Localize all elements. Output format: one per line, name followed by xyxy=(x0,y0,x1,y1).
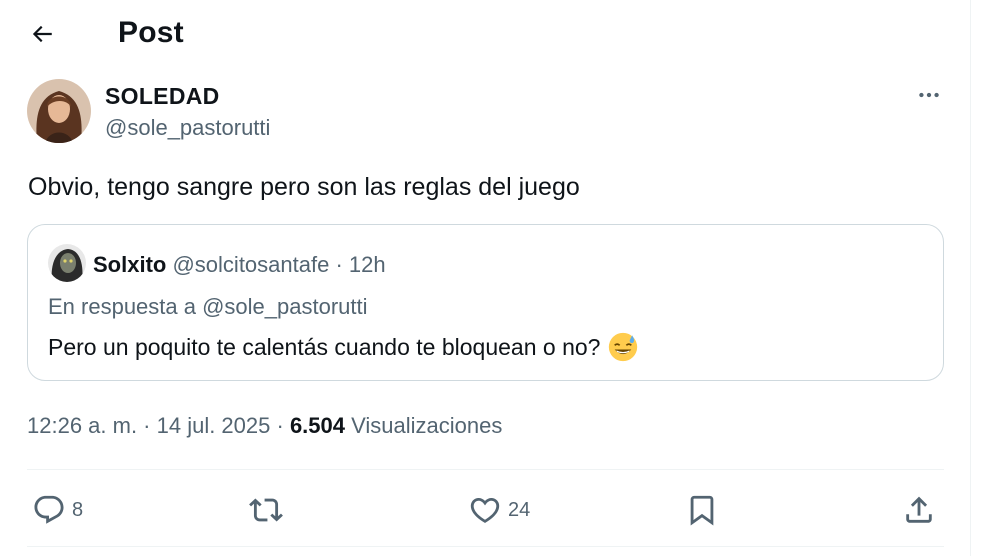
quoted-author-name: Solxito xyxy=(93,252,167,277)
bookmark-button[interactable] xyxy=(685,485,719,535)
reply-icon xyxy=(34,495,64,524)
views-count: 6.504 xyxy=(289,413,345,438)
post-meta: 12:26 a. m. · 14 jul. 2025 · 6.504 Visua… xyxy=(27,411,502,441)
quoted-reply-context: En respuesta a @sole_pastorutti xyxy=(48,294,368,319)
action-bar: 8 24 xyxy=(0,485,970,535)
author-avatar[interactable] xyxy=(27,79,91,143)
divider xyxy=(27,469,944,470)
like-button[interactable]: 24 xyxy=(468,485,530,535)
more-options-button[interactable] xyxy=(909,80,949,110)
share-button[interactable] xyxy=(902,485,936,535)
author-handle[interactable]: @sole_pastorutti xyxy=(105,114,270,142)
top-header: Post xyxy=(0,0,970,66)
views-label: Visualizaciones xyxy=(345,413,503,438)
retweet-button[interactable] xyxy=(249,485,289,535)
back-button[interactable] xyxy=(22,14,62,54)
author-name[interactable]: SOLEDAD xyxy=(105,82,220,110)
bottom-divider xyxy=(27,546,944,547)
page-title: Post xyxy=(118,16,184,49)
post-text: Obvio, tengo sangre pero son las reglas … xyxy=(28,173,580,201)
column-border xyxy=(970,0,971,556)
quoted-header: Solxito @solcitosantafe · 12h xyxy=(93,251,386,279)
more-horizontal-icon xyxy=(919,92,939,98)
reply-count: 8 xyxy=(72,498,84,521)
quoted-author-meta: @solcitosantafe · 12h xyxy=(172,252,386,277)
like-count: 24 xyxy=(508,498,531,521)
heart-icon xyxy=(470,497,500,523)
reply-button[interactable]: 8 xyxy=(32,485,83,535)
quoted-text-line: Pero un poquito te calentás cuando te bl… xyxy=(48,332,638,362)
quoted-text: Pero un poquito te calentás cuando te bl… xyxy=(48,334,601,360)
share-icon xyxy=(906,496,932,523)
arrow-left-icon xyxy=(32,25,52,43)
quoted-author-avatar xyxy=(48,244,86,282)
bookmark-icon xyxy=(690,495,714,526)
grinning-face-with-sweat-icon xyxy=(609,332,638,362)
retweet-icon xyxy=(249,498,283,522)
quoted-post[interactable]: Solxito @solcitosantafe · 12h En respues… xyxy=(27,224,944,381)
post-timestamp[interactable]: 12:26 a. m. · 14 jul. 2025 · xyxy=(27,413,290,438)
